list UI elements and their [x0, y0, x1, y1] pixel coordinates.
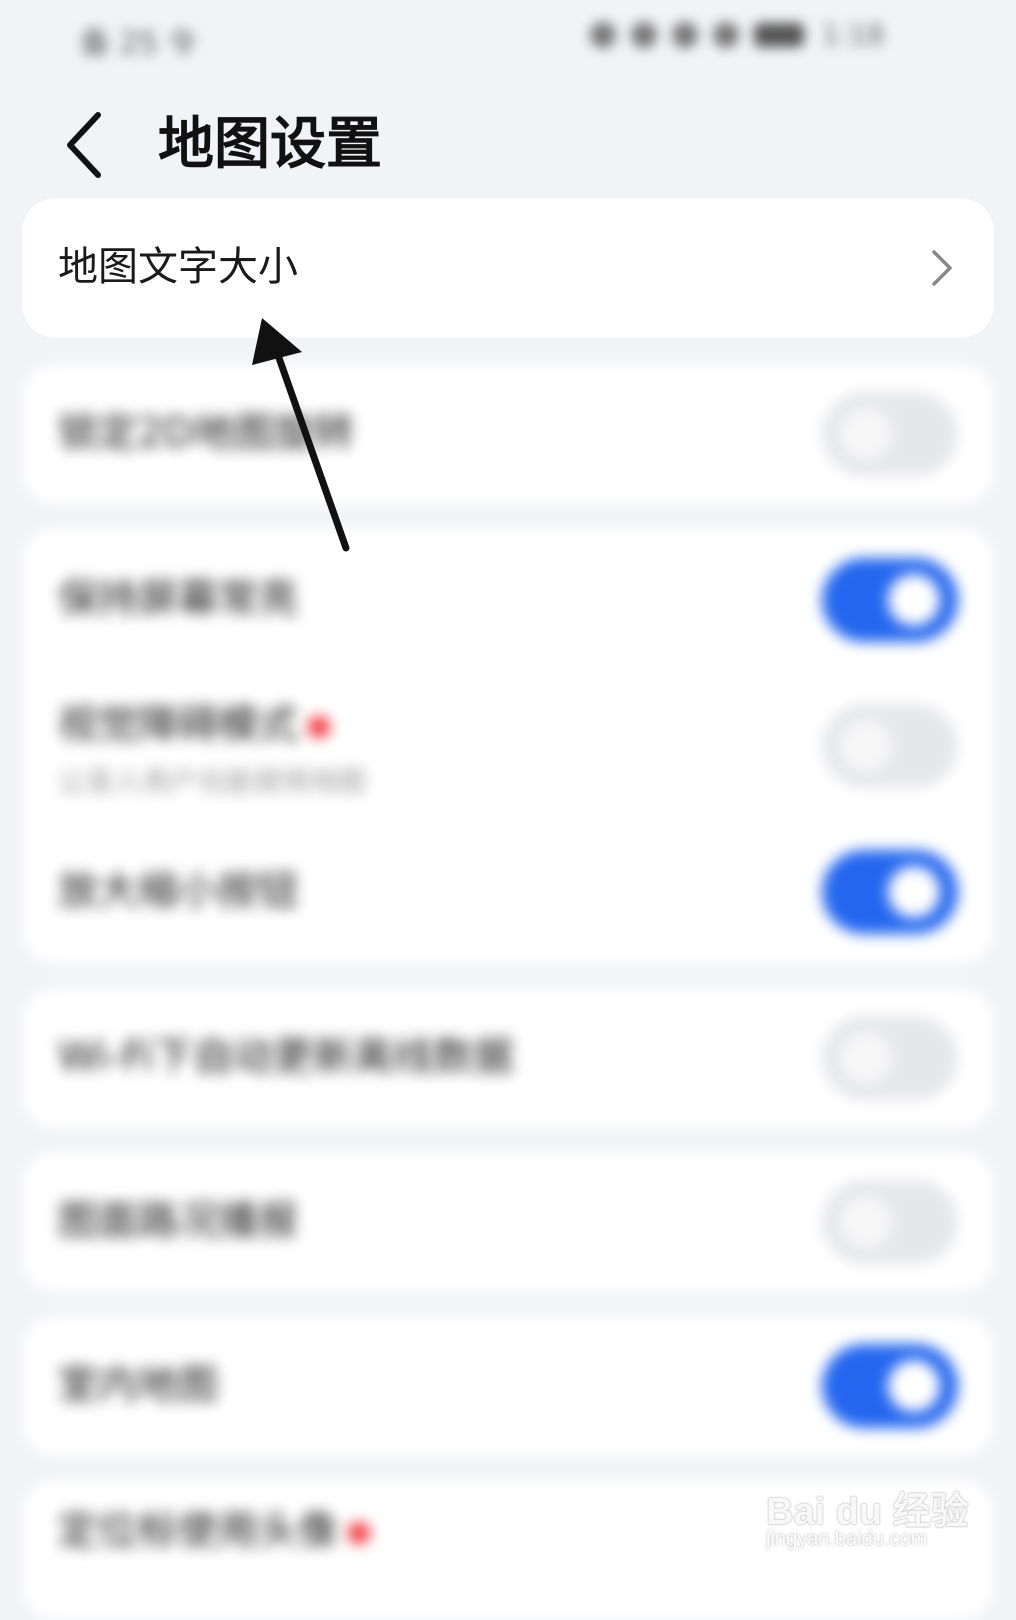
back-button[interactable]: [60, 105, 120, 185]
setting-label: 放大缩小按钮: [58, 868, 298, 914]
wifi-icon: [631, 21, 658, 48]
watermark-logo-text: Bai du 经验: [766, 1491, 969, 1533]
watermark: Bai du 经验 jingyan.baidu.com: [760, 1462, 1000, 1562]
setting-indoor-map[interactable]: 室内地图: [22, 1316, 994, 1456]
toggle-switch[interactable]: [822, 1344, 958, 1428]
toggle-switch[interactable]: [822, 1180, 958, 1264]
setting-label: 地图文字大小: [58, 244, 298, 290]
toggle-switch[interactable]: [822, 558, 958, 642]
card-indoor-map: 室内地图: [22, 1316, 994, 1456]
red-dot-badge: [348, 1522, 370, 1544]
bluetooth-icon: [672, 21, 699, 48]
card-display-options: 保持屏幕常亮 视觉障碍模式 让盲人用户也能使用地图 放大缩小按钮: [22, 528, 994, 964]
red-dot-badge: [308, 716, 330, 738]
toggle-switch[interactable]: [822, 1016, 958, 1100]
toggle-knob: [840, 1196, 892, 1248]
header: 地图设置: [0, 90, 1016, 200]
card-map-text-size: 地图文字大小: [22, 198, 994, 338]
setting-sublabel: 让盲人用户也能使用地图: [58, 765, 367, 798]
card-traffic-broadcast: 图面路况播报: [22, 1152, 994, 1292]
toggle-switch[interactable]: [822, 704, 958, 788]
setting-label: 室内地图: [58, 1362, 218, 1408]
setting-keep-screen-on[interactable]: 保持屏幕常亮: [22, 528, 994, 670]
setting-label: 保持屏幕常亮: [58, 576, 298, 622]
setting-wifi-offline-update[interactable]: Wi-Fi下自动更新离线数据: [22, 988, 994, 1128]
setting-label-text: 定位标使用头像: [58, 1508, 338, 1554]
setting-label: Wi-Fi下自动更新离线数据: [58, 1034, 514, 1080]
setting-label: 图面路况播报: [58, 1198, 298, 1244]
alarm-icon: [713, 21, 740, 48]
setting-label: 锁定2D地图旋转: [58, 410, 355, 456]
status-time: 1:18: [821, 18, 885, 51]
card-offline-data: Wi-Fi下自动更新离线数据: [22, 988, 994, 1128]
status-bar: 备 25 令 1:18: [0, 0, 1016, 80]
status-right-icons: 1:18: [590, 18, 930, 58]
toggle-knob: [840, 408, 892, 460]
toggle-knob: [888, 574, 940, 626]
chevron-left-icon: [67, 112, 101, 178]
setting-visual-impairment-mode[interactable]: 视觉障碍模式 让盲人用户也能使用地图: [22, 670, 994, 820]
setting-label-text: 视觉障碍模式: [58, 702, 298, 748]
toggle-knob: [888, 1360, 940, 1412]
watermark-url: jingyan.baidu.com: [766, 1528, 928, 1550]
battery-icon: [754, 22, 805, 47]
status-left-text: 备 25 令: [80, 26, 198, 61]
setting-traffic-broadcast[interactable]: 图面路况播报: [22, 1152, 994, 1292]
toggle-switch[interactable]: [822, 392, 958, 476]
setting-zoom-buttons[interactable]: 放大缩小按钮: [22, 820, 994, 964]
setting-map-text-size[interactable]: 地图文字大小: [22, 198, 994, 338]
toggle-knob: [888, 866, 940, 918]
page-title: 地图设置: [158, 112, 382, 177]
setting-lock-2d-rotation[interactable]: 锁定2D地图旋转: [22, 364, 994, 504]
toggle-knob: [840, 1032, 892, 1084]
chevron-right-icon: [932, 250, 952, 286]
setting-label: 视觉障碍模式: [58, 700, 330, 750]
signal-icon: [590, 21, 616, 48]
toggle-knob: [840, 720, 892, 772]
card-2d-lock: 锁定2D地图旋转: [22, 364, 994, 504]
setting-label: 定位标使用头像: [58, 1506, 370, 1556]
toggle-switch[interactable]: [822, 850, 958, 934]
